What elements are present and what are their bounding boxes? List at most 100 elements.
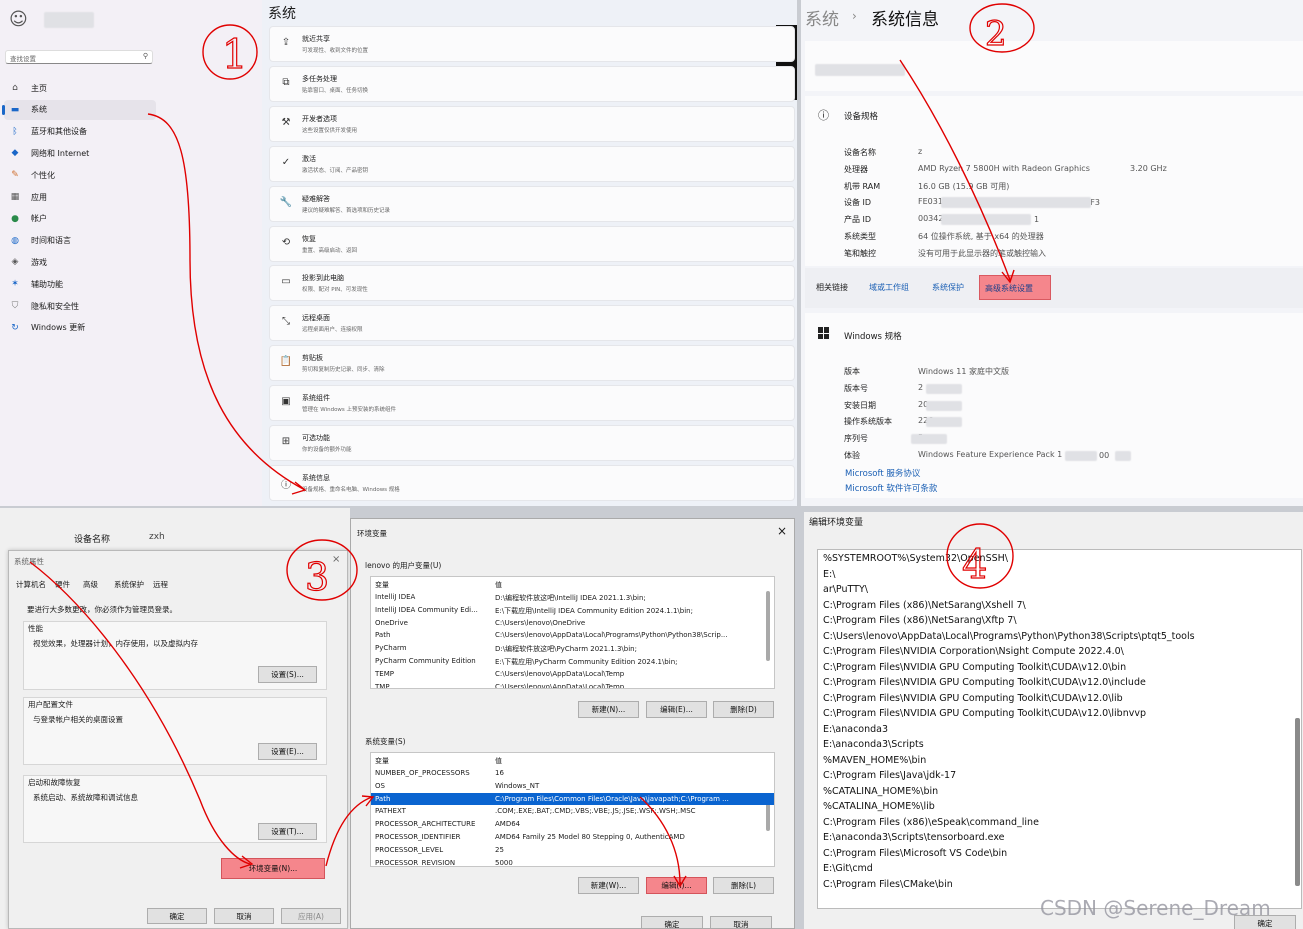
sidebar-item-8[interactable]: ◈ 游戏 bbox=[4, 252, 156, 272]
path-item[interactable]: C:\Program Files\NVIDIA GPU Computing To… bbox=[823, 677, 1146, 688]
env-ok-button[interactable]: 确定 bbox=[641, 916, 703, 928]
path-item[interactable]: C:\Program Files\Java\jdk-17 bbox=[823, 770, 956, 781]
path-item[interactable]: C:\Program Files\Microsoft VS Code\bin bbox=[823, 848, 1007, 859]
sidebar-item-7[interactable]: ◍ 时间和语言 bbox=[4, 231, 156, 251]
table-row[interactable]: OS Windows_NT bbox=[371, 780, 774, 793]
breadcrumb-parent[interactable]: 系统 bbox=[805, 5, 839, 30]
sys-delete-button[interactable]: 删除(L) bbox=[713, 877, 774, 894]
sysprops-tab-4[interactable]: 远程 bbox=[153, 579, 168, 590]
path-item[interactable]: E:\anaconda3\Scripts\tensorboard.exe bbox=[823, 832, 1005, 843]
system-vars-list[interactable]: 变量 值 NUMBER_OF_PROCESSORS 16 OS Windows_NT P… bbox=[370, 752, 775, 867]
environment-variables-button[interactable]: 环境变量(N)... bbox=[221, 858, 325, 879]
table-row[interactable]: NUMBER_OF_PROCESSORS 16 bbox=[371, 767, 774, 780]
sysprops-ok-button[interactable]: 确定 bbox=[147, 908, 207, 924]
sysprops-tab-0[interactable]: 计算机名 bbox=[16, 579, 46, 590]
user-new-button[interactable]: 新建(N)... bbox=[578, 701, 639, 718]
settings-card-0[interactable]: ⇪ 就近共享 可发现性、收到文件的位置 bbox=[269, 26, 795, 62]
sysprops-tab-1[interactable]: 硬件 bbox=[55, 579, 70, 590]
user-new-label: 新建(N)... bbox=[591, 705, 626, 714]
path-item[interactable]: C:\Program Files\CMake\bin bbox=[823, 879, 953, 890]
advanced-settings-link[interactable]: 高级系统设置 bbox=[979, 275, 1051, 300]
table-row[interactable]: PROCESSOR_LEVEL 25 bbox=[371, 844, 774, 857]
path-item[interactable]: E:\anaconda3\Scripts bbox=[823, 739, 924, 750]
link-domain[interactable]: 域或工作组 bbox=[869, 282, 909, 293]
path-item[interactable]: E:\Git\cmd bbox=[823, 863, 873, 874]
sysprops-close-icon[interactable]: × bbox=[332, 554, 340, 565]
sidebar-item-9[interactable]: ✶ 辅助功能 bbox=[4, 274, 156, 294]
path-item[interactable]: E:\anaconda3 bbox=[823, 724, 888, 735]
path-item[interactable]: %SYSTEMROOT%\System32\OpenSSH\ bbox=[823, 553, 1008, 564]
settings-card-11[interactable]: ⓘ 系统信息 设备规格、重命名电脑、Windows 规格 bbox=[269, 464, 795, 501]
table-row[interactable]: Path C:\Program Files\Common Files\Oracle… bbox=[371, 792, 774, 806]
path-item[interactable]: C:\Program Files\NVIDIA GPU Computing To… bbox=[823, 662, 1126, 673]
sysprops-cancel-button[interactable]: 取消 bbox=[214, 908, 274, 924]
path-item[interactable]: C:\Users\lenovo\AppData\Local\Programs\P… bbox=[823, 631, 1195, 642]
table-row[interactable]: PyCharm D:\编程软件放这吧\PyCharm 2021.1.3\bin; bbox=[371, 642, 774, 655]
sidebar-item-label: 应用 bbox=[31, 192, 47, 202]
path-item[interactable]: ar\PuTTY\ bbox=[823, 584, 868, 595]
cpu-speed: 3.20 GHz bbox=[1130, 164, 1167, 173]
table-row[interactable]: PyCharm Community Edition E:\下载应用\PyCharm… bbox=[371, 655, 774, 668]
user-delete-button[interactable]: 删除(D) bbox=[713, 701, 774, 718]
settings-card-4[interactable]: 🔧 疑难解答 建议的疑难解答、首选项和历史记录 bbox=[269, 185, 795, 222]
settings-card-10[interactable]: ⊞ 可选功能 你的设备的额外功能 bbox=[269, 425, 795, 461]
table-row[interactable]: IntelliJ IDEA D:\编程软件放这吧\IntelliJ IDEA 20… bbox=[371, 591, 774, 604]
path-item[interactable]: C:\Program Files\NVIDIA GPU Computing To… bbox=[823, 693, 1123, 704]
sidebar-item-0[interactable]: ⌂ 主页 bbox=[4, 78, 156, 98]
settings-card-9[interactable]: ▣ 系统组件 管理在 Windows 上预安装的系统组件 bbox=[269, 385, 795, 422]
path-item[interactable]: C:\Program Files\NVIDIA GPU Computing To… bbox=[823, 708, 1146, 719]
sys-edit-button[interactable]: 编辑(I)... bbox=[646, 877, 707, 894]
settings-card-6[interactable]: ▭ 投影到此电脑 权限、配对 PIN、可发现性 bbox=[269, 265, 795, 302]
path-scrollbar[interactable] bbox=[1295, 718, 1300, 886]
settings-card-3[interactable]: ✓ 激活 激活状态、订阅、产品密钥 bbox=[269, 145, 795, 182]
avatar[interactable]: ☺ bbox=[9, 9, 28, 30]
profile-settings-button[interactable]: 设置(E)... bbox=[258, 743, 317, 760]
search-input[interactable]: 查找设置 ⚲ bbox=[5, 50, 153, 64]
table-row[interactable]: TMP C:\Users\lenovo\AppData\Local\Temp bbox=[371, 681, 774, 688]
table-row[interactable]: PROCESSOR_IDENTIFIER AMD64 Family 25 Mode… bbox=[371, 831, 774, 844]
table-row[interactable]: PROCESSOR_REVISION 5000 bbox=[371, 857, 774, 866]
link-system-protection[interactable]: 系统保护 bbox=[932, 282, 964, 293]
sysprops-tab-2[interactable]: 高级 bbox=[83, 579, 98, 590]
sidebar-item-11[interactable]: ↻ Windows 更新 bbox=[4, 318, 156, 338]
ms-license-link[interactable]: Microsoft 软件许可条款 bbox=[845, 482, 937, 494]
sidebar-item-6[interactable]: ● 帐户 bbox=[4, 209, 156, 229]
settings-card-7[interactable]: ⤡ 远程桌面 远程桌面用户、连接权限 bbox=[269, 305, 795, 342]
path-list[interactable]: %SYSTEMROOT%\System32\OpenSSH\ E:\ ar\PuTT… bbox=[817, 549, 1302, 909]
path-item[interactable]: C:\Program Files (x86)\NetSarang\Xshell … bbox=[823, 600, 1026, 611]
sysprops-tab-3[interactable]: 系统保护 bbox=[114, 579, 144, 590]
table-row[interactable]: Path C:\Users\lenovo\AppData\Local\Progra… bbox=[371, 629, 774, 642]
user-vars-list[interactable]: 变量 值 IntelliJ IDEA D:\编程软件放这吧\IntelliJ ID… bbox=[370, 576, 775, 689]
startup-settings-button[interactable]: 设置(T)... bbox=[258, 823, 317, 840]
table-row[interactable]: TEMP C:\Users\lenovo\AppData\Local\Temp bbox=[371, 668, 774, 681]
sidebar-item-10[interactable]: ⛉ 隐私和安全性 bbox=[4, 296, 156, 316]
settings-card-1[interactable]: ⧉ 多任务处理 贴靠窗口、桌面、任务切换 bbox=[269, 65, 795, 102]
ms-service-link[interactable]: Microsoft 服务协议 bbox=[845, 467, 920, 479]
username-redacted bbox=[44, 12, 94, 28]
env-close-icon[interactable]: × bbox=[777, 524, 787, 538]
settings-card-8[interactable]: 📋 剪贴板 剪切和复制历史记录、同步、清除 bbox=[269, 345, 795, 382]
table-row[interactable]: PATHEXT .COM;.EXE;.BAT;.CMD;.VBS;.VBE;.JS… bbox=[371, 805, 774, 818]
sidebar-item-1[interactable]: ▬ 系统 bbox=[2, 99, 156, 120]
performance-settings-button[interactable]: 设置(S)... bbox=[258, 666, 317, 683]
settings-card-2[interactable]: ⚒ 开发者选项 这些设置仅供开发使用 bbox=[269, 105, 795, 142]
path-item[interactable]: C:\Program Files\NVIDIA Corporation\Nsig… bbox=[823, 646, 1124, 657]
path-item[interactable]: C:\Program Files (x86)\NetSarang\Xftp 7\ bbox=[823, 615, 1017, 626]
sidebar-item-3[interactable]: ◆ 网络和 Internet bbox=[4, 143, 156, 163]
path-item[interactable]: C:\Program Files (x86)\eSpeak\command_li… bbox=[823, 817, 1039, 828]
path-item[interactable]: %CATALINA_HOME%\lib bbox=[823, 801, 935, 812]
table-row[interactable]: PROCESSOR_ARCHITECTURE AMD64 bbox=[371, 818, 774, 831]
settings-card-5[interactable]: ⟲ 恢复 重置、高级启动、返回 bbox=[269, 225, 795, 262]
env-cancel-button[interactable]: 取消 bbox=[710, 916, 772, 928]
path-item[interactable]: %CATALINA_HOME%\bin bbox=[823, 786, 938, 797]
path-item[interactable]: E:\ bbox=[823, 569, 835, 580]
path-item[interactable]: %MAVEN_HOME%\bin bbox=[823, 755, 926, 766]
user-edit-button[interactable]: 编辑(E)... bbox=[646, 701, 707, 718]
sysprops-apply-button[interactable]: 应用(A) bbox=[281, 908, 341, 924]
sidebar-item-5[interactable]: ▦ 应用 bbox=[4, 187, 156, 207]
table-row[interactable]: OneDrive C:\Users\lenovo\OneDrive bbox=[371, 617, 774, 630]
sidebar-item-2[interactable]: ᛒ 蓝牙和其他设备 bbox=[4, 122, 156, 142]
table-row[interactable]: IntelliJ IDEA Community Edi... E:\下载应用\In… bbox=[371, 604, 774, 617]
sys-new-button[interactable]: 新建(W)... bbox=[578, 877, 639, 894]
sidebar-item-4[interactable]: ✎ 个性化 bbox=[4, 165, 156, 185]
